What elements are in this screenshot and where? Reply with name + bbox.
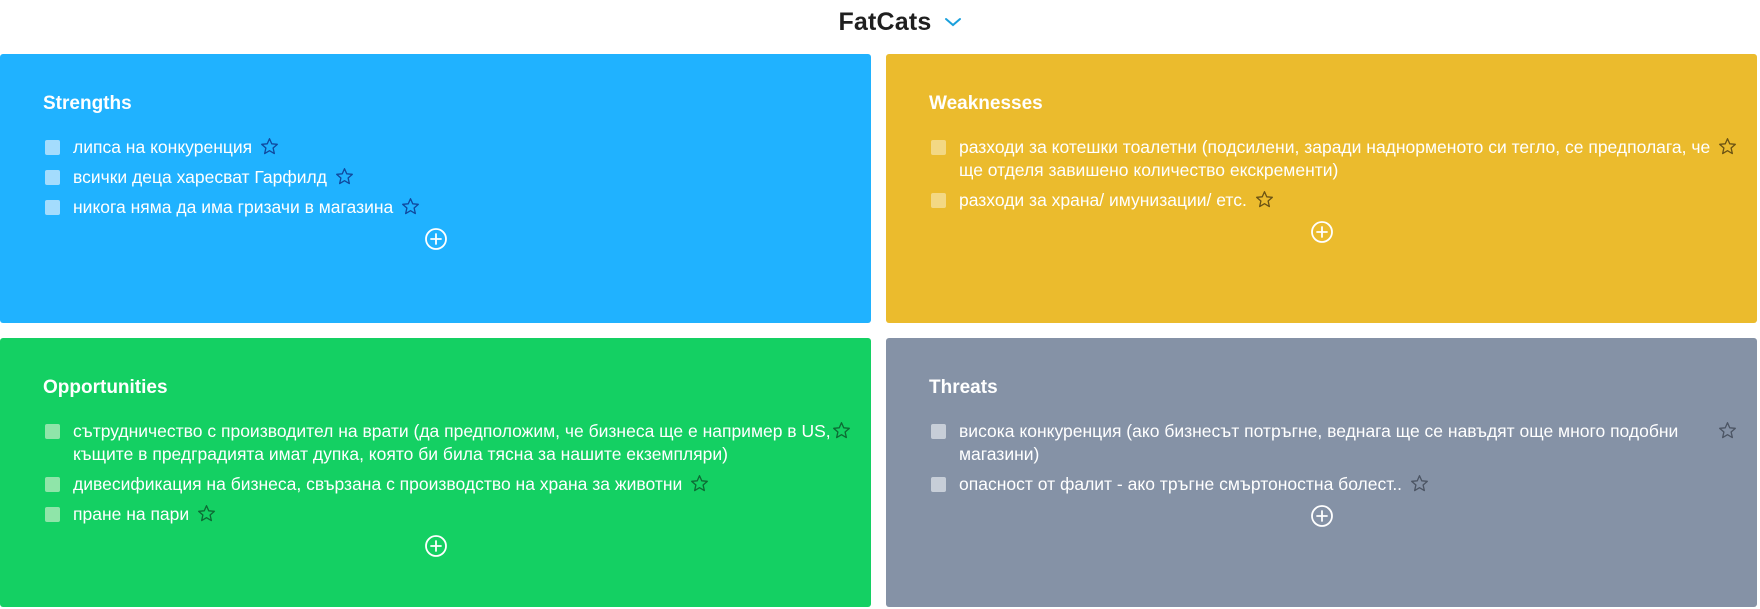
list-item: пране на пари — [45, 503, 851, 526]
quadrant-title: Weaknesses — [929, 93, 1043, 114]
checkbox-icon[interactable] — [931, 140, 946, 155]
item-text[interactable]: опасност от фалит - ако тръгне смъртонос… — [959, 473, 1402, 496]
checkbox-icon[interactable] — [45, 507, 60, 522]
checkbox-icon[interactable] — [45, 477, 60, 492]
item-text[interactable]: сътрудничество с производител на врати (… — [73, 420, 833, 466]
list-item: сътрудничество с производител на врати (… — [45, 420, 851, 466]
star-icon[interactable] — [335, 167, 354, 186]
add-row — [886, 504, 1757, 528]
checkbox-icon[interactable] — [931, 424, 946, 439]
star-icon[interactable] — [260, 137, 279, 156]
list-item: всички деца харесват Гарфилд — [45, 166, 871, 189]
board-title: FatCats — [838, 7, 932, 36]
item-text[interactable]: пране на пари — [73, 503, 189, 526]
star-icon[interactable] — [690, 474, 709, 493]
list-item: дивесификация на бизнеса, свързана с про… — [45, 473, 851, 496]
checkbox-icon[interactable] — [45, 200, 60, 215]
list-item: липса на конкуренция — [45, 136, 871, 159]
quadrant-title: Strengths — [43, 93, 132, 114]
item-list: липса на конкуренция всички деца харесва… — [45, 136, 871, 219]
add-row — [0, 227, 871, 251]
checkbox-icon[interactable] — [931, 477, 946, 492]
star-icon[interactable] — [401, 197, 420, 216]
quadrant-title: Threats — [929, 377, 998, 398]
star-icon[interactable] — [1255, 190, 1274, 209]
star-icon[interactable] — [1410, 474, 1429, 493]
star-icon[interactable] — [197, 504, 216, 523]
quadrant-threats: Threats висока конкуренция (ако бизнесът… — [886, 338, 1757, 607]
list-item: опасност от фалит - ако тръгне смъртонос… — [931, 473, 1737, 496]
checkbox-icon[interactable] — [45, 140, 60, 155]
header: FatCats — [0, 0, 1760, 44]
item-text[interactable]: никога няма да има гризачи в магазина — [73, 196, 393, 219]
checkbox-icon[interactable] — [45, 170, 60, 185]
list-item: разходи за котешки тоалетни (подсилени, … — [931, 136, 1737, 182]
item-text[interactable]: дивесификация на бизнеса, свързана с про… — [73, 473, 682, 496]
add-circle-icon[interactable] — [1310, 504, 1334, 528]
list-item: разходи за храна/ имунизации/ етс. — [931, 189, 1737, 212]
item-list: разходи за котешки тоалетни (подсилени, … — [931, 136, 1737, 212]
checkbox-icon[interactable] — [45, 424, 60, 439]
item-list: висока конкуренция (ако бизнесът потръгн… — [931, 420, 1737, 496]
quadrant-title: Opportunities — [43, 377, 168, 398]
item-text[interactable]: разходи за храна/ имунизации/ етс. — [959, 189, 1247, 212]
add-circle-icon[interactable] — [1310, 220, 1334, 244]
item-text[interactable]: висока конкуренция (ако бизнесът потръгн… — [959, 420, 1719, 466]
add-circle-icon[interactable] — [424, 534, 448, 558]
list-item: никога няма да има гризачи в магазина — [45, 196, 871, 219]
item-text[interactable]: липса на конкуренция — [73, 136, 252, 159]
item-text[interactable]: разходи за котешки тоалетни (подсилени, … — [959, 136, 1719, 182]
chevron-down-icon[interactable] — [944, 16, 962, 28]
star-icon[interactable] — [1718, 137, 1737, 156]
quadrant-strengths: Strengths липса на конкуренция всички де… — [0, 54, 871, 323]
add-circle-icon[interactable] — [424, 227, 448, 251]
list-item: висока конкуренция (ако бизнесът потръгн… — [931, 420, 1737, 466]
star-icon[interactable] — [832, 421, 851, 440]
quadrant-weaknesses: Weaknesses разходи за котешки тоалетни (… — [886, 54, 1757, 323]
quadrant-opportunities: Opportunities сътрудничество с производи… — [0, 338, 871, 607]
item-list: сътрудничество с производител на врати (… — [45, 420, 851, 526]
board-selector[interactable]: FatCats — [838, 8, 961, 37]
star-icon[interactable] — [1718, 421, 1737, 440]
add-row — [886, 220, 1757, 244]
add-row — [0, 534, 871, 558]
checkbox-icon[interactable] — [931, 193, 946, 208]
item-text[interactable]: всички деца харесват Гарфилд — [73, 166, 327, 189]
